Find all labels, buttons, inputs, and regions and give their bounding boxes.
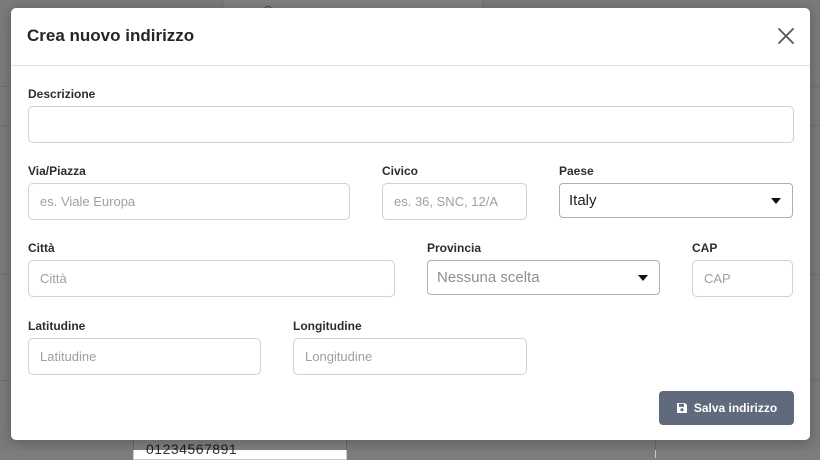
civico-label: Civico <box>382 164 419 178</box>
close-button[interactable] <box>776 26 796 46</box>
paese-selected-value: Italy <box>569 192 597 209</box>
caret-down-icon <box>771 198 781 204</box>
descrizione-label: Descrizione <box>28 87 96 101</box>
close-icon <box>778 28 794 44</box>
paese-label: Paese <box>559 164 594 178</box>
provincia-label: Provincia <box>427 241 482 255</box>
longitudine-label: Longitudine <box>293 319 362 333</box>
create-address-modal: Crea nuovo indirizzo Descrizione Via/Pia… <box>11 8 810 440</box>
citta-label: Città <box>28 241 55 255</box>
via-piazza-label: Via/Piazza <box>28 164 86 178</box>
caret-down-icon <box>638 275 648 281</box>
cap-input[interactable] <box>692 260 793 297</box>
descrizione-input[interactable] <box>28 106 794 143</box>
citta-input[interactable] <box>28 260 395 297</box>
provincia-select[interactable]: Nessuna scelta <box>427 260 660 295</box>
save-address-button[interactable]: Salva indirizzo <box>659 391 794 425</box>
modal-header: Crea nuovo indirizzo <box>11 8 810 66</box>
cap-label: CAP <box>692 241 718 255</box>
paese-select[interactable]: Italy <box>559 183 793 218</box>
via-piazza-input[interactable] <box>28 183 350 220</box>
provincia-selected-value: Nessuna scelta <box>437 269 540 286</box>
floppy-disk-icon <box>676 403 687 413</box>
latitudine-input[interactable] <box>28 338 261 375</box>
latitudine-label: Latitudine <box>28 319 86 333</box>
longitudine-input[interactable] <box>293 338 527 375</box>
civico-input[interactable] <box>382 183 527 220</box>
modal-title: Crea nuovo indirizzo <box>27 26 195 45</box>
save-address-label: Salva indirizzo <box>693 401 778 415</box>
